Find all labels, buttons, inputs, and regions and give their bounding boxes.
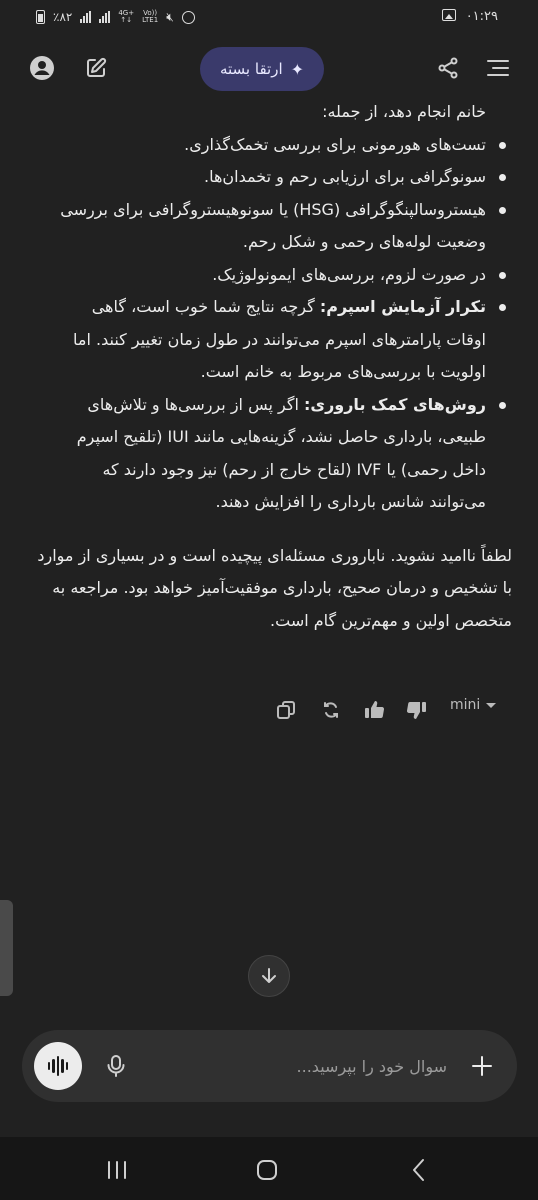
- closing-paragraph: لطفاً ناامید نشوید. ناباروری مسئله‌ای پی…: [37, 545, 512, 630]
- account-icon[interactable]: [28, 54, 56, 82]
- new-chat-icon[interactable]: [82, 54, 110, 82]
- message-intro: خانم انجام دهد، از جمله:: [322, 102, 486, 121]
- share-icon[interactable]: [434, 54, 462, 82]
- regenerate-icon[interactable]: [319, 698, 343, 722]
- battery-icon: [36, 10, 45, 24]
- battery-percent: ٪۸۲: [53, 10, 73, 24]
- data-saver-icon: [181, 10, 195, 24]
- microphone-icon[interactable]: [104, 1054, 128, 1078]
- message-input[interactable]: [142, 1052, 447, 1080]
- arrow-down-icon: [262, 968, 276, 983]
- list-item: تست‌های هورمونی برای بررسی تخمک‌گذاری.: [28, 129, 512, 162]
- list-item: هیستروسالپنگوگرافی (HSG) یا سونوهیستروگر…: [28, 194, 512, 259]
- voice-mode-button[interactable]: [34, 1042, 82, 1090]
- menu-icon[interactable]: [484, 54, 512, 82]
- recommendation-list: تست‌های هورمونی برای بررسی تخمک‌گذاری. س…: [28, 129, 512, 519]
- app-header: ✦ ارتقا بسته: [0, 34, 538, 100]
- chevron-down-icon: [486, 702, 497, 708]
- assistant-message: خانم انجام دهد، از جمله: تست‌های هورمونی…: [28, 96, 512, 637]
- list-item: سونوگرافی برای ارزیابی رحم و تخمدان‌ها.: [28, 161, 512, 194]
- home-icon[interactable]: [252, 1155, 282, 1185]
- volte-indicator: Vo)) LTE1: [142, 9, 159, 24]
- status-time: ۰۱:۲۹: [465, 9, 498, 24]
- signal-icon: [80, 11, 92, 23]
- thumbs-down-icon[interactable]: [405, 698, 429, 722]
- network-type: 4G+ ↑↓: [118, 9, 135, 24]
- status-indicators: ٪۸۲ 4G+ ↑↓ Vo)) LTE1 🔇︎: [36, 8, 195, 26]
- upgrade-label: ارتقا بسته: [219, 60, 283, 78]
- gallery-notification-icon: [442, 9, 456, 21]
- back-icon[interactable]: [404, 1155, 434, 1185]
- mute-icon: 🔇︎: [166, 9, 174, 24]
- model-selector[interactable]: mini: [450, 697, 497, 713]
- recent-apps-icon[interactable]: [102, 1155, 132, 1185]
- list-item: روش‌های کمک باروری: اگر پس از بررسی‌ها و…: [28, 389, 512, 519]
- scroll-handle[interactable]: [0, 900, 13, 996]
- thumbs-up-icon[interactable]: [362, 698, 386, 722]
- message-actions: mini: [270, 692, 510, 728]
- scroll-to-bottom-button[interactable]: [248, 955, 290, 997]
- upgrade-plan-button[interactable]: ✦ ارتقا بسته: [200, 47, 324, 91]
- signal-icon-2: [99, 11, 111, 23]
- list-item: تکرار آزمایش اسپرم: گرچه نتایج شما خوب ا…: [28, 291, 512, 389]
- model-label: mini: [450, 697, 481, 713]
- copy-icon[interactable]: [274, 698, 298, 722]
- sparkle-icon: ✦: [290, 59, 305, 79]
- status-bar: ٪۸۲ 4G+ ↑↓ Vo)) LTE1 🔇︎ ۰۱:۲۹: [0, 0, 538, 34]
- plus-icon[interactable]: [468, 1052, 496, 1080]
- list-item: در صورت لزوم، بررسی‌های ایمونولوژیک.: [28, 259, 512, 292]
- message-composer: [22, 1030, 517, 1102]
- system-navigation-bar: [0, 1137, 538, 1200]
